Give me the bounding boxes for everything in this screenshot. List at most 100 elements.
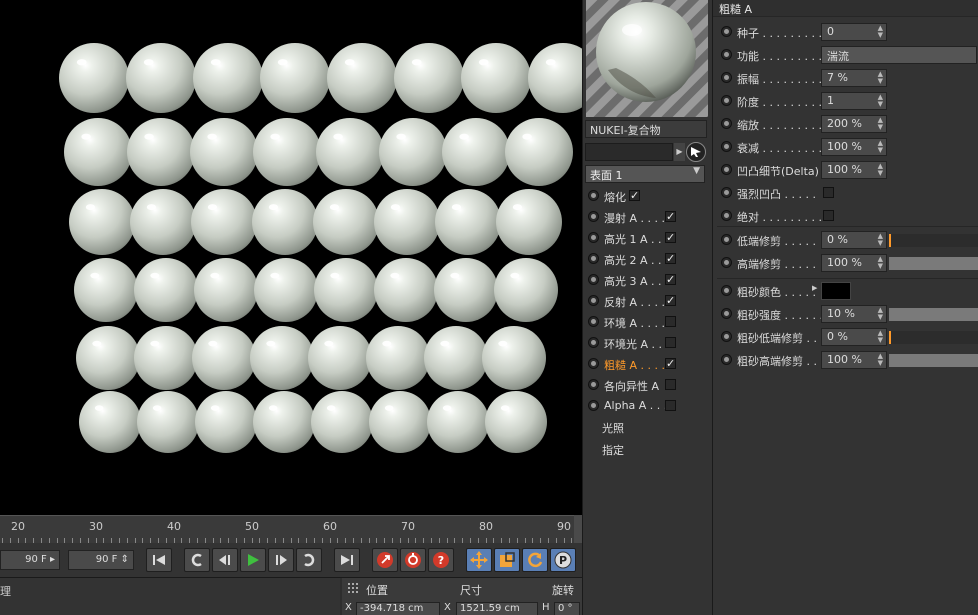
parameter-track-button[interactable]: P xyxy=(550,548,576,572)
channel-checkbox[interactable]: ✓ xyxy=(665,358,676,369)
parameter-value-field[interactable]: 100 % ▲ ▼ xyxy=(821,351,887,369)
channel-radio[interactable] xyxy=(588,274,599,285)
scale-track-button[interactable] xyxy=(494,548,520,572)
heading-field[interactable]: 0 ° xyxy=(554,602,580,615)
record-key-button[interactable] xyxy=(372,548,398,572)
channel-checkbox[interactable] xyxy=(665,400,676,411)
parameter-slider[interactable] xyxy=(889,308,978,321)
parameter-radio[interactable] xyxy=(721,210,732,221)
spinner-arrows-icon[interactable]: ▲ ▼ xyxy=(878,71,883,85)
size-x-field[interactable]: 1521.59 cm xyxy=(456,602,538,615)
spinner-arrows-icon[interactable]: ▲ ▼ xyxy=(878,256,883,270)
channel-item[interactable]: 漫射 A . . . . ✓ xyxy=(585,207,707,227)
channel-item[interactable]: 反射 A . . . . ✓ xyxy=(585,291,707,311)
material-link-field[interactable] xyxy=(585,143,673,161)
channel-item[interactable]: 高光 2 A . . ✓ xyxy=(585,249,707,269)
spinner-arrows-icon[interactable]: ▲ ▼ xyxy=(878,330,883,344)
channel-checkbox[interactable]: ✓ xyxy=(665,253,676,264)
go-to-end-button[interactable] xyxy=(334,548,360,572)
parameter-value-field[interactable]: 100 % ▲ ▼ xyxy=(821,254,887,272)
channel-checkbox[interactable] xyxy=(665,337,676,348)
parameter-radio[interactable] xyxy=(721,164,732,175)
timeline-scroll-end[interactable] xyxy=(574,515,582,543)
channel-item[interactable]: 高光 1 A . . ✓ xyxy=(585,228,707,248)
channel-item[interactable]: 环境光 A . . . xyxy=(585,333,707,353)
channel-radio[interactable] xyxy=(588,379,599,390)
spinner-arrows-icon[interactable]: ▲ ▼ xyxy=(878,117,883,131)
parameter-radio[interactable] xyxy=(721,234,732,245)
channel-item[interactable]: Alpha A . . . xyxy=(585,396,707,416)
go-to-start-button[interactable] xyxy=(146,548,172,572)
surface-select[interactable]: 表面 1 ▼ xyxy=(585,165,705,183)
channel-radio[interactable] xyxy=(588,253,599,264)
material-link-arrow[interactable]: ▶ xyxy=(674,143,685,161)
parameter-radio[interactable] xyxy=(721,95,732,106)
channel-checkbox[interactable]: ✓ xyxy=(629,190,640,201)
parameter-value-field[interactable]: 100 % ▲ ▼ xyxy=(821,138,887,156)
expand-arrow-icon[interactable]: ▶ xyxy=(812,284,817,292)
parameter-checkbox[interactable] xyxy=(823,187,834,198)
parameter-slider[interactable] xyxy=(889,354,978,367)
parameter-slider[interactable] xyxy=(889,331,978,344)
parameter-slider[interactable] xyxy=(889,257,978,270)
material-name-field[interactable]: NUKEI-复合物 xyxy=(585,120,707,138)
channel-radio[interactable] xyxy=(588,295,599,306)
parameter-radio[interactable] xyxy=(721,141,732,152)
material-extra-item[interactable]: 指定 xyxy=(602,442,624,458)
parameter-value-field[interactable]: 200 % ▲ ▼ xyxy=(821,115,887,133)
channel-checkbox[interactable]: ✓ xyxy=(665,274,676,285)
channel-radio[interactable] xyxy=(588,190,599,201)
material-preview[interactable] xyxy=(586,0,708,117)
channel-checkbox[interactable]: ✓ xyxy=(665,211,676,222)
keyframe-selection-button[interactable]: ? xyxy=(428,548,454,572)
parameter-radio[interactable] xyxy=(721,308,732,319)
channel-radio[interactable] xyxy=(588,211,599,222)
parameter-radio[interactable] xyxy=(721,72,732,83)
parameter-radio[interactable] xyxy=(721,187,732,198)
end-frame-field-left[interactable]: 90 F ▸ xyxy=(0,550,60,570)
channel-radio[interactable] xyxy=(588,358,599,369)
spinner-arrows-icon[interactable]: ▲ ▼ xyxy=(878,163,883,177)
channel-radio[interactable] xyxy=(588,316,599,327)
parameter-radio[interactable] xyxy=(721,49,732,60)
next-key-button[interactable] xyxy=(296,548,322,572)
parameter-value-field[interactable]: 0 % ▲ ▼ xyxy=(821,231,887,249)
parameter-value-field[interactable]: 1 ▲ ▼ xyxy=(821,92,887,110)
spinner-arrows-icon[interactable]: ▲ ▼ xyxy=(878,353,883,367)
parameter-value-field[interactable]: 7 % ▲ ▼ xyxy=(821,69,887,87)
position-x-field[interactable]: -394.718 cm xyxy=(356,602,440,615)
parameter-radio[interactable] xyxy=(721,331,732,342)
parameter-radio[interactable] xyxy=(721,257,732,268)
channel-item[interactable]: 环境 A . . . . xyxy=(585,312,707,332)
material-picker-button[interactable] xyxy=(686,142,706,162)
channel-radio[interactable] xyxy=(588,400,599,411)
channel-item[interactable]: 熔化 ✓ xyxy=(585,186,707,206)
spinner-arrows-icon[interactable]: ▲ ▼ xyxy=(878,94,883,108)
parameter-value-field[interactable]: 100 % ▲ ▼ xyxy=(821,161,887,179)
slider-handle[interactable] xyxy=(889,234,891,247)
channel-checkbox[interactable]: ✓ xyxy=(665,232,676,243)
play-button[interactable] xyxy=(240,548,266,572)
slider-handle[interactable] xyxy=(889,331,891,344)
spinner-arrows-icon[interactable]: ▲ ▼ xyxy=(878,307,883,321)
previous-frame-button[interactable] xyxy=(212,548,238,572)
rotation-track-button[interactable] xyxy=(522,548,548,572)
channel-radio[interactable] xyxy=(588,232,599,243)
parameter-value-field[interactable]: 10 % ▲ ▼ xyxy=(821,305,887,323)
channel-checkbox[interactable] xyxy=(665,379,676,390)
autokey-button[interactable] xyxy=(400,548,426,572)
channel-item[interactable]: 粗糙 A . . . . ✓ xyxy=(585,354,707,374)
position-track-button[interactable] xyxy=(466,548,492,572)
material-extra-item[interactable]: 光照 xyxy=(602,420,624,436)
color-swatch[interactable] xyxy=(821,282,851,300)
viewport-3d[interactable] xyxy=(0,0,582,515)
parameter-value-field[interactable]: 0 % ▲ ▼ xyxy=(821,328,887,346)
parameter-radio[interactable] xyxy=(721,26,732,37)
previous-key-button[interactable] xyxy=(184,548,210,572)
parameter-radio[interactable] xyxy=(721,354,732,365)
parameter-radio[interactable] xyxy=(721,285,732,296)
parameter-slider[interactable] xyxy=(889,234,978,247)
spinner-arrows-icon[interactable]: ▲ ▼ xyxy=(878,233,883,247)
end-frame-field-right[interactable]: 90 F ⇕ xyxy=(68,550,134,570)
channel-checkbox[interactable]: ✓ xyxy=(665,295,676,306)
